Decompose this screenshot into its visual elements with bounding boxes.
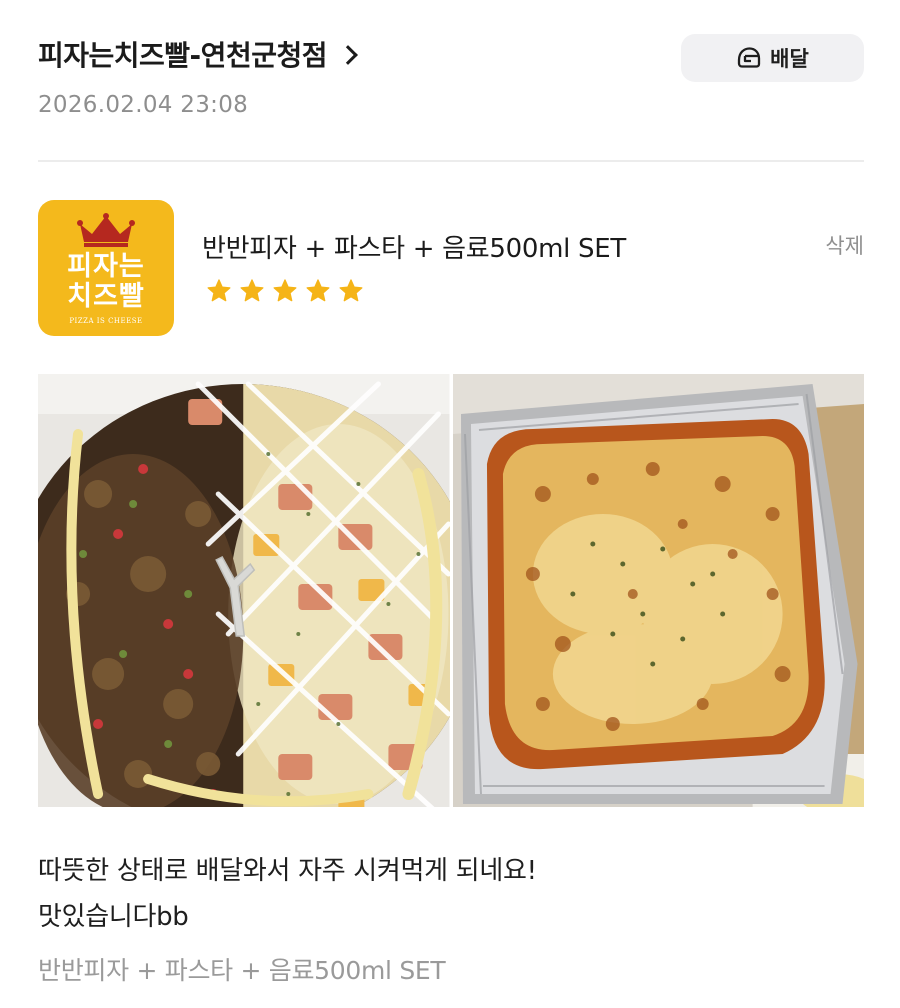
baked-pasta-photo[interactable] — [452, 374, 864, 807]
delivery-label: 배달 — [770, 47, 809, 71]
star-icon — [240, 279, 264, 302]
crown-icon — [77, 212, 135, 247]
pizza-image — [38, 374, 450, 807]
logo-subtitle: PIZZA IS CHEESE — [69, 316, 143, 325]
order-timestamp: 2026.02.04 23:08 — [38, 92, 249, 118]
chevron-right-icon[interactable] — [338, 45, 358, 65]
star-icon — [273, 279, 297, 302]
review-photos — [38, 374, 864, 807]
menu-item-row: 피자는 치즈빨 PIZZA IS CHEESE 반반피자 + 파스타 + 음료5… — [38, 200, 864, 336]
review-text: 따뜻한 상태로 배달와서 자주 시켜먹게 되네요! 맛있습니다bb — [38, 848, 864, 940]
helmet-icon — [738, 47, 761, 68]
star-icon — [339, 279, 363, 302]
logo-line-1: 피자는 — [67, 250, 145, 282]
delivery-badge-button[interactable]: 배달 — [681, 34, 864, 82]
review-line-2: 맛있습니다bb — [38, 902, 189, 932]
logo-line-2: 치즈빨 — [67, 280, 145, 312]
menu-title: 반반피자 + 파스타 + 음료500ml SET — [202, 234, 626, 264]
star-icon — [306, 279, 330, 302]
header-divider — [38, 160, 864, 162]
store-name[interactable]: 피자는치즈빨-연천군청점 — [38, 34, 327, 74]
rating-stars — [206, 278, 364, 304]
pasta-image — [452, 374, 864, 807]
review-line-1: 따뜻한 상태로 배달와서 자주 시켜먹게 되네요! — [38, 856, 537, 886]
store-logo: 피자는 치즈빨 PIZZA IS CHEESE — [38, 200, 174, 336]
delete-button[interactable]: 삭제 — [825, 230, 864, 260]
half-half-pizza-photo[interactable] — [38, 374, 450, 807]
ordered-item-label: 반반피자 + 파스타 + 음료500ml SET — [38, 956, 446, 985]
review-header: 피자는치즈빨-연천군청점 2026.02.04 23:08 배달 — [38, 34, 864, 124]
star-icon — [207, 279, 231, 302]
